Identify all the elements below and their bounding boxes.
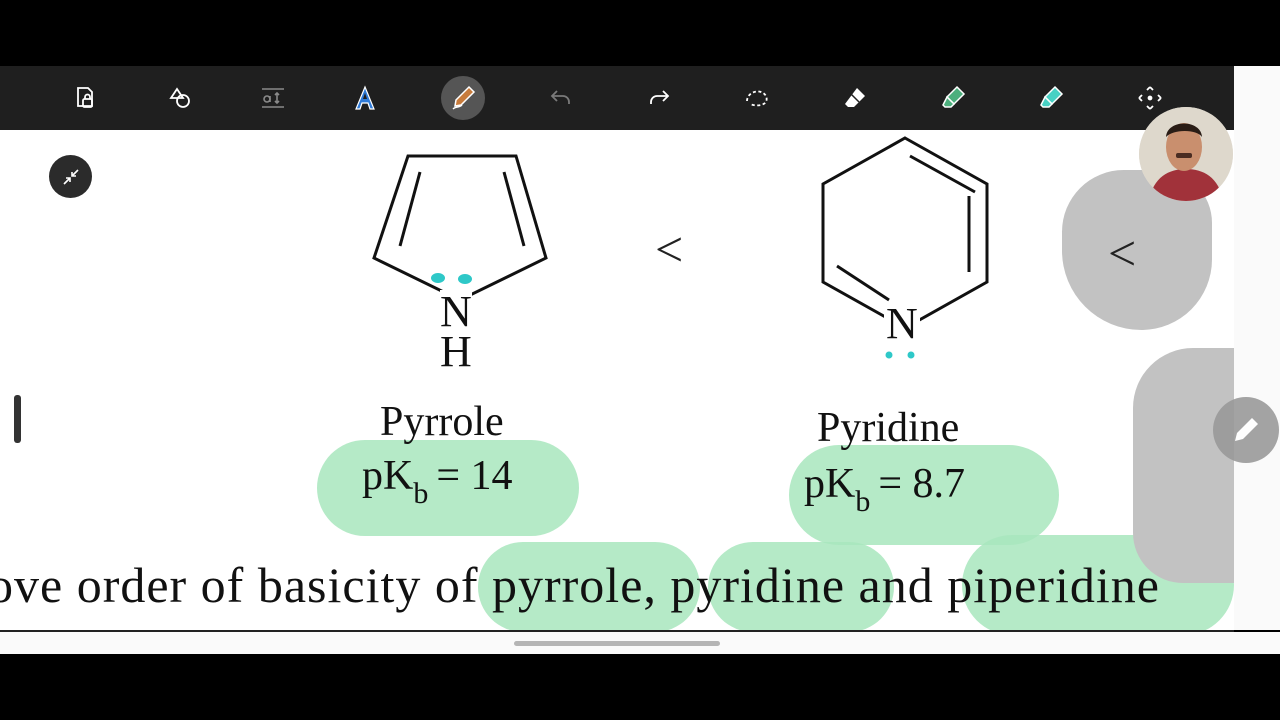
less-than-sign: <	[1108, 225, 1137, 281]
floating-pencil-button[interactable]	[1213, 397, 1279, 463]
page-lock-icon	[77, 87, 93, 108]
shapes-button[interactable]	[159, 76, 203, 120]
pyridine-pkb: pKb = 8.7	[804, 460, 966, 518]
undo-icon	[550, 90, 570, 104]
side-margin	[1234, 66, 1280, 630]
pyridine-n-atom: N	[884, 299, 920, 348]
document-page: N H < N < Pyrrole pKb = 14 Pyridine pKb = …	[0, 130, 1234, 630]
eraser-button[interactable]	[833, 76, 877, 120]
pyridine-label: Pyridine	[817, 405, 960, 451]
pkb-value: = 14	[436, 453, 513, 499]
pen-button[interactable]	[441, 76, 485, 120]
lasso-button[interactable]	[735, 76, 779, 120]
redo-button[interactable]	[637, 76, 681, 120]
marker-icon	[1040, 85, 1064, 108]
webcam-avatar	[1139, 107, 1233, 201]
collapse-button[interactable]	[49, 155, 92, 198]
pkb-subscript: b	[413, 477, 429, 510]
eraser-icon	[845, 88, 865, 107]
app-window: N H < N < Pyrrole pKb = 14 Pyridine pKb = …	[0, 0, 1280, 720]
less-than-sign: <	[655, 221, 684, 277]
marker-button[interactable]	[1029, 76, 1073, 120]
move-icon	[1138, 86, 1162, 110]
body-text-line: ove order of basicity of pyrrole, pyridi…	[0, 557, 1160, 613]
annotation-toolbar	[0, 66, 1234, 130]
pkb-value: = 8.7	[878, 461, 966, 507]
collapse-icon	[62, 168, 79, 185]
pkb-prefix: pK	[362, 453, 414, 499]
home-indicator[interactable]	[514, 641, 720, 646]
text-style-icon	[355, 85, 375, 110]
text-style-button[interactable]	[343, 76, 387, 120]
scroll-handle[interactable]	[14, 395, 21, 443]
pyrrole-pkb: pKb = 14	[362, 452, 513, 510]
pyrrole-h-atom: H	[440, 327, 472, 376]
highlighter-button[interactable]	[931, 76, 975, 120]
shapes-icon	[169, 87, 190, 108]
pkb-prefix: pK	[804, 461, 856, 507]
pencil-icon	[1235, 418, 1258, 441]
page-lock-button[interactable]	[63, 76, 107, 120]
text-tool-icon	[262, 88, 284, 108]
grey-annotation-blob	[1133, 348, 1234, 583]
redo-icon	[650, 90, 670, 104]
undo-button[interactable]	[539, 76, 583, 120]
presenter-face-icon	[1139, 107, 1233, 201]
pen-icon	[452, 85, 476, 110]
highlighter-icon	[942, 85, 966, 108]
pkb-subscript: b	[855, 485, 871, 518]
lasso-icon	[746, 90, 768, 107]
pyrrole-label: Pyrrole	[380, 399, 504, 445]
text-tool-button[interactable]	[251, 76, 295, 120]
